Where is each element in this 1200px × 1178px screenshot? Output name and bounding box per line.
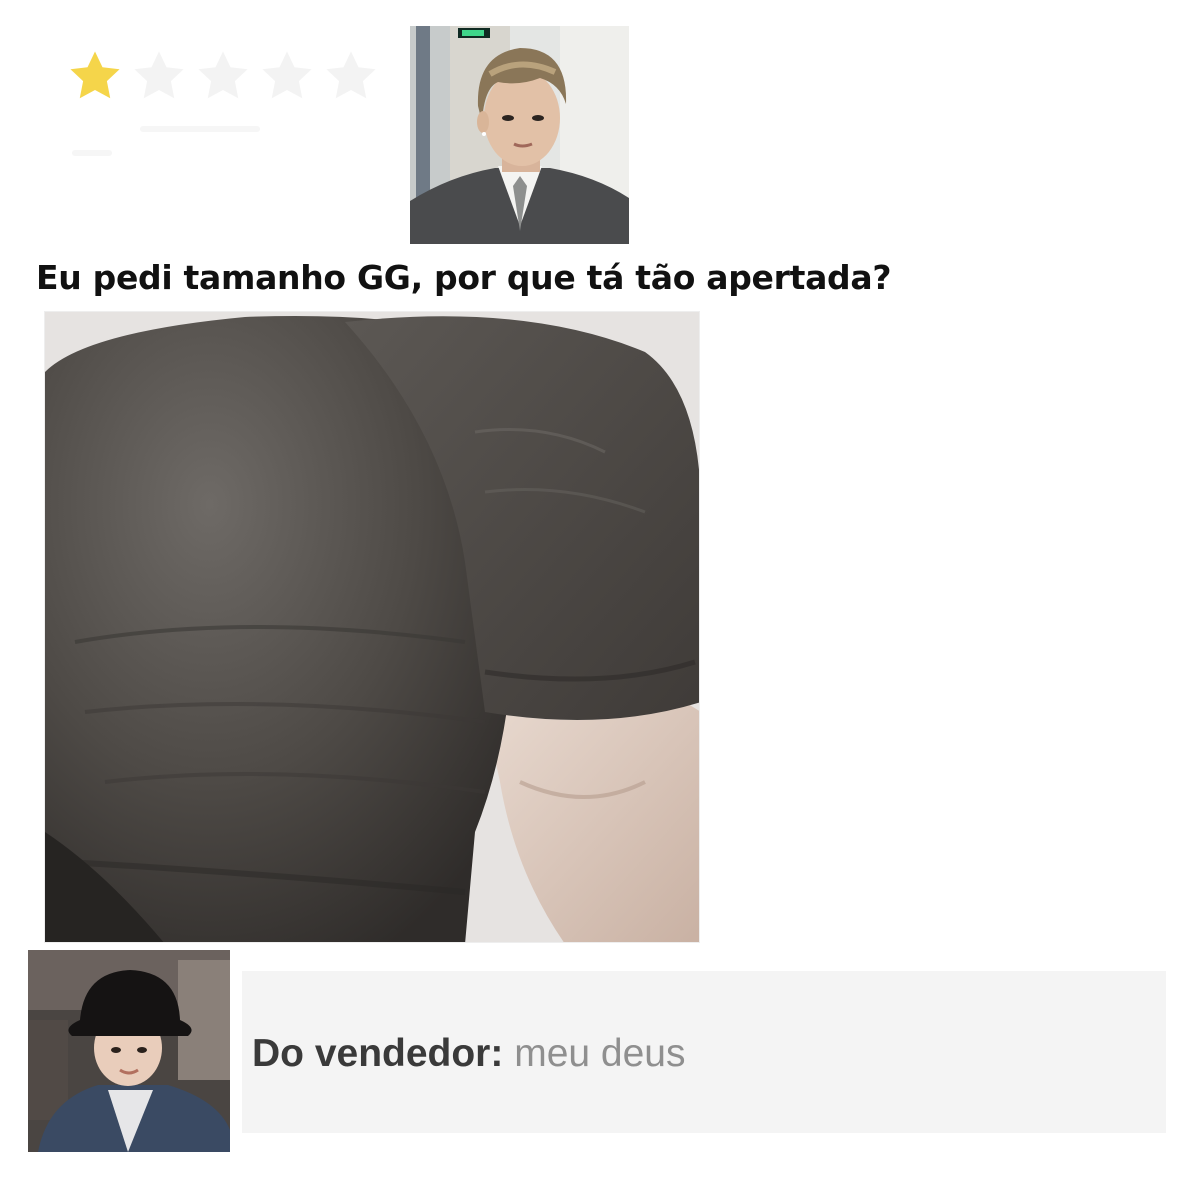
seller-avatar-image [28,950,230,1152]
review-photo[interactable] [44,311,700,943]
star-rating [64,45,382,105]
star-empty-icon [262,51,312,99]
star-empty-icon [326,51,376,99]
reviewer-photo [410,26,629,244]
placeholder-line [140,126,260,132]
seller-avatar [28,950,230,1152]
review-image [45,312,699,942]
seller-reply-text: meu deus [514,1032,686,1075]
review-text: Eu pedi tamanho GG, por que tá tão apert… [36,258,892,297]
star-empty-icon [198,51,248,99]
seller-label: Do vendedor: [252,1032,504,1075]
star-empty-icon [134,51,184,99]
placeholder-line [72,150,112,156]
reviewer-image [410,26,629,244]
star-filled-icon [70,51,120,99]
seller-reply: Do vendedor: meu deus [252,1024,685,1084]
